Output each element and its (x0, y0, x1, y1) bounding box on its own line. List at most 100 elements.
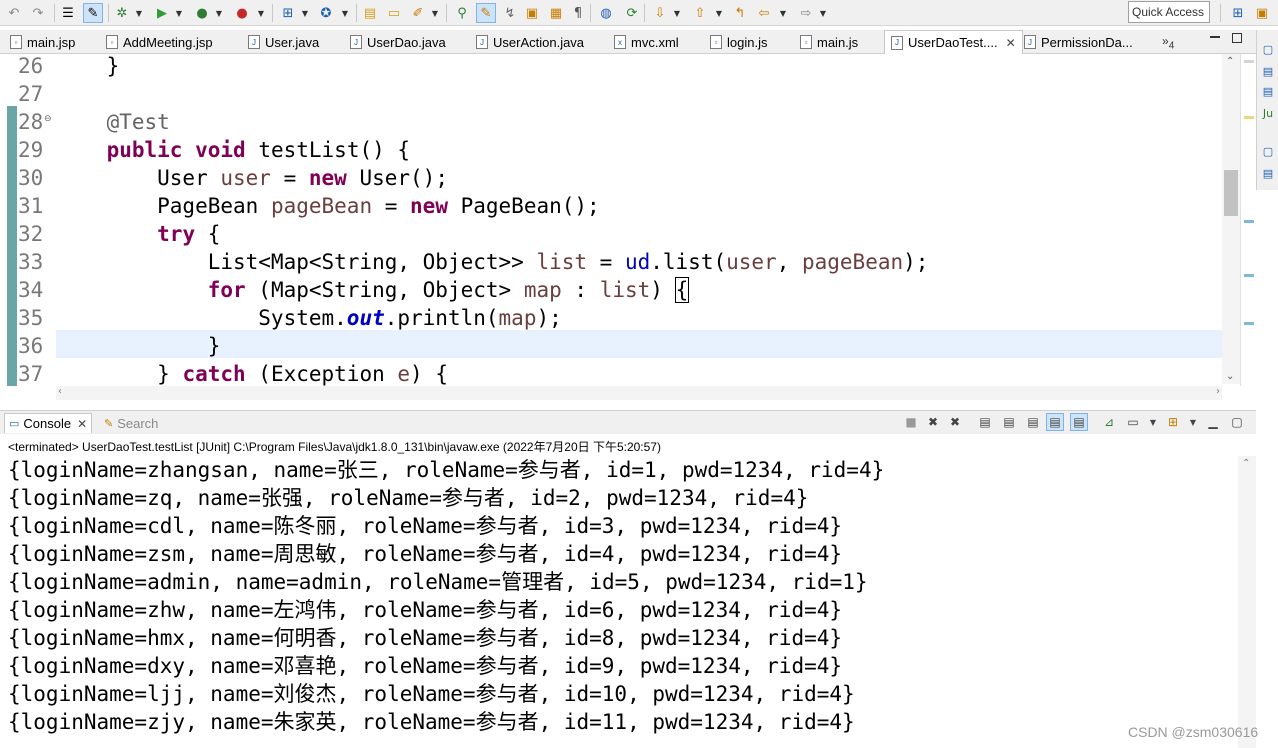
editor-vertical-scrollbar[interactable]: ⌃ ⌄ (1222, 54, 1240, 384)
scroll-lock-icon[interactable]: ▤ (1000, 413, 1018, 431)
new-java-class-icon[interactable]: ✪ (316, 3, 336, 23)
redo-icon[interactable]: ↷ (28, 3, 48, 23)
next-annotation-icon[interactable]: ⇩ (650, 3, 670, 23)
minimize-icon[interactable]: ▁ (1204, 413, 1222, 431)
undo-icon[interactable]: ↶ (4, 3, 24, 23)
overview-marker[interactable] (1244, 322, 1254, 325)
scroll-down-icon[interactable]: ⌄ (1226, 371, 1234, 382)
block-selection-icon[interactable]: ▣ (522, 3, 542, 23)
display-console-dropdown-icon[interactable]: ▼ (1144, 413, 1162, 431)
scroll-right-icon[interactable]: › (1216, 386, 1220, 397)
open-console-dropdown-icon[interactable]: ▼ (1184, 413, 1202, 431)
terminate-icon[interactable]: ■ (902, 413, 920, 431)
scroll-up-icon[interactable]: ⌃ (1226, 56, 1234, 67)
close-tab-icon[interactable]: ✕ (77, 417, 87, 431)
editor-horizontal-scrollbar[interactable]: ‹ › (56, 386, 1222, 400)
coverage-icon[interactable]: ● (192, 3, 212, 23)
maximize-icon[interactable]: ▢ (1228, 413, 1246, 431)
tab-userdao-java[interactable]: J UserDao.java (350, 30, 446, 54)
remove-all-terminated-icon[interactable]: ✖ (946, 413, 964, 431)
tab-console[interactable]: ▭ Console ✕ (4, 413, 93, 433)
tab-permissiondao-java[interactable]: J PermissionDa... (1024, 30, 1133, 54)
tab-main-js[interactable]: ▫ main.js (800, 30, 858, 54)
task-list-icon[interactable]: ▤ (1261, 166, 1275, 180)
tab-mvc-xml[interactable]: x mvc.xml (614, 30, 679, 54)
refresh-icon[interactable]: ⟳ (622, 3, 642, 23)
quick-access-input[interactable]: Quick Access (1128, 1, 1210, 23)
debug-dropdown-icon[interactable]: ▼ (134, 3, 144, 23)
new-server-dropdown-icon[interactable]: ▼ (300, 3, 310, 23)
remove-launch-icon[interactable]: ✖ (924, 413, 942, 431)
hierarchy-view-icon[interactable]: ▤ (1261, 84, 1275, 98)
open-console-icon[interactable]: ⊞ (1164, 413, 1182, 431)
show-on-stdout-icon[interactable]: ▤ (1046, 413, 1064, 431)
toggle-breadcrumb-icon[interactable]: ☰ (58, 3, 78, 23)
java-file-icon: J (1024, 35, 1036, 49)
overview-marker[interactable] (1244, 60, 1254, 63)
open-task-icon[interactable]: ✐ (408, 3, 428, 23)
run-dropdown-icon[interactable]: ▼ (174, 3, 184, 23)
minimize-icon[interactable] (1210, 36, 1220, 38)
display-selected-console-icon[interactable]: ▭ (1124, 413, 1142, 431)
show-whitespace-icon[interactable]: ↯ (500, 3, 520, 23)
restore-icon[interactable]: ▢ (1261, 144, 1275, 158)
show-on-stderr-icon[interactable]: ▤ (1070, 413, 1088, 431)
pilcrow-icon[interactable]: ¶ (568, 3, 588, 23)
tab-main-jsp[interactable]: ▫ main.jsp (10, 30, 75, 54)
console-output-line: {loginName=zhangsan, name=张三, roleName=参… (8, 458, 885, 482)
forward-dropdown-icon[interactable]: ▼ (818, 3, 828, 23)
previous-annotation-dropdown-icon[interactable]: ▼ (714, 3, 724, 23)
console-output[interactable]: {loginName=zhangsan, name=张三, roleName=参… (0, 456, 1238, 748)
back-icon[interactable]: ⇦ (754, 3, 774, 23)
main-toolbar: ↶ ↷ ☰ ✎ ✲ ▼ ▶ ▼ ● ▼ ● ▼ ⊞ ▼ ✪ ▼ ▤ ▭ ✐ ▼ … (0, 0, 1278, 26)
tab-addmeeting-jsp[interactable]: ▫ AddMeeting.jsp (106, 30, 213, 54)
tab-userdaotest-java[interactable]: J UserDaoTest.... ✕ (884, 30, 1023, 54)
code-editor[interactable]: 26 27 28 29 30 31 32 33 34 35 36 37 ⊖ } … (0, 54, 1240, 386)
junit-view-icon[interactable]: Ju (1261, 106, 1275, 120)
new-server-icon[interactable]: ⊞ (278, 3, 298, 23)
tabs-overflow-button[interactable]: »4 (1162, 34, 1174, 51)
maximize-icon[interactable] (1232, 33, 1242, 43)
outline-view-icon[interactable]: ▤ (1261, 64, 1275, 78)
tab-useraction-java[interactable]: J UserAction.java (476, 30, 584, 54)
back-dropdown-icon[interactable]: ▼ (778, 3, 788, 23)
scroll-left-icon[interactable]: ‹ (58, 386, 62, 397)
word-wrap-icon[interactable]: ▤ (1024, 413, 1042, 431)
fold-collapse-icon[interactable]: ⊖ (44, 114, 52, 124)
coverage-dropdown-icon[interactable]: ▼ (214, 3, 224, 23)
js-file-icon: ▫ (710, 35, 722, 49)
open-folder-icon[interactable]: ▭ (384, 3, 404, 23)
open-task-dropdown-icon[interactable]: ▼ (430, 3, 440, 23)
scroll-up-icon[interactable]: ⌃ (1242, 458, 1250, 469)
tab-user-java[interactable]: J User.java (248, 30, 319, 54)
clear-console-icon[interactable]: ▤ (976, 413, 994, 431)
close-tab-icon[interactable]: ✕ (1006, 36, 1016, 50)
toggle-mark-occurrences-icon[interactable]: ✎ (83, 3, 103, 23)
open-perspective-icon[interactable]: ⊞ (1228, 3, 1248, 23)
overview-marker[interactable] (1244, 220, 1254, 223)
scroll-thumb[interactable] (1224, 170, 1238, 216)
new-class-dropdown-icon[interactable]: ▼ (340, 3, 350, 23)
last-edit-location-icon[interactable]: ↰ (730, 3, 750, 23)
overview-marker[interactable] (1244, 274, 1254, 277)
external-tools-icon[interactable]: ● (232, 3, 252, 23)
restore-icon[interactable]: ▢ (1261, 42, 1275, 56)
java-ee-perspective-icon[interactable]: ▣ (1252, 3, 1272, 23)
external-tools-dropdown-icon[interactable]: ▼ (256, 3, 266, 23)
highlight-icon[interactable]: ✎ (476, 3, 496, 23)
previous-annotation-icon[interactable]: ⇧ (690, 3, 710, 23)
pin-console-icon[interactable]: ⊿ (1100, 413, 1118, 431)
run-icon[interactable]: ▶ (152, 3, 172, 23)
tab-search[interactable]: ✎ Search (104, 413, 158, 433)
console-vertical-scrollbar[interactable]: ⌃ (1238, 456, 1256, 748)
overview-marker[interactable] (1244, 116, 1254, 119)
search-icon[interactable]: ⚲ (452, 3, 472, 23)
overview-ruler[interactable] (1240, 54, 1256, 386)
word-wrap-icon[interactable]: ▦ (546, 3, 566, 23)
tab-login-js[interactable]: ▫ login.js (710, 30, 767, 54)
globe-icon[interactable]: ◍ (596, 3, 616, 23)
next-annotation-dropdown-icon[interactable]: ▼ (672, 3, 682, 23)
open-type-icon[interactable]: ▤ (360, 3, 380, 23)
forward-icon[interactable]: ⇨ (796, 3, 816, 23)
debug-icon[interactable]: ✲ (112, 3, 132, 23)
